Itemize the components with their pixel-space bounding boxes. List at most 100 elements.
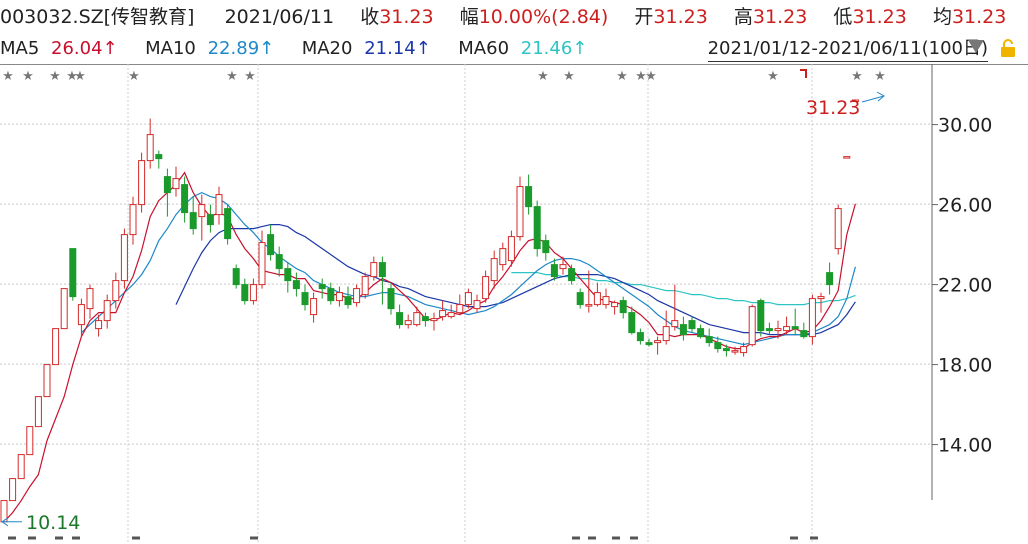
candle-up: [77, 304, 85, 326]
candle-up: [103, 300, 111, 322]
star-marker: ★: [49, 69, 61, 84]
star-marker: ★: [244, 69, 256, 84]
candle-down: [275, 254, 283, 270]
candle-down: [241, 284, 249, 302]
candle-up: [499, 248, 507, 266]
candle-up: [26, 426, 34, 456]
candle-up: [9, 478, 17, 502]
candle-up: [215, 194, 223, 216]
candle-up: [740, 346, 748, 354]
candle-up: [593, 292, 601, 306]
candle-up: [52, 328, 60, 366]
candle-up: [473, 300, 481, 310]
ma20-value: 21.14↑: [364, 38, 431, 59]
candle-down: [714, 342, 722, 350]
change-value: 10.00%(2.84): [478, 6, 609, 28]
change-label: 幅: [459, 6, 479, 28]
star-marker: ★: [2, 69, 14, 84]
candle-up: [808, 298, 816, 338]
open-label: 开: [634, 6, 654, 28]
y-tick-label: 22.00: [938, 275, 992, 297]
candle-up: [843, 156, 851, 159]
candle-up: [817, 296, 825, 300]
candle-down: [757, 300, 765, 332]
candle-up: [198, 204, 206, 218]
star-marker: ★: [851, 69, 863, 84]
candle-down: [421, 316, 429, 322]
candle-up: [447, 312, 455, 318]
candle-down: [387, 288, 395, 310]
candle-up: [34, 396, 42, 428]
ma20-label: MA20: [301, 38, 353, 59]
ma10-label: MA10: [145, 38, 196, 59]
quote-date: 2021/06/11: [224, 6, 335, 28]
candle-up: [774, 328, 782, 332]
candle-down: [232, 268, 240, 286]
ma5-label: MA5: [0, 38, 40, 59]
candle-down: [697, 328, 705, 338]
open-value: 31.23: [653, 6, 708, 28]
y-tick-label: 18.00: [938, 355, 992, 377]
candle-down: [705, 336, 713, 344]
candle-up: [310, 298, 318, 316]
candle-down: [181, 184, 189, 214]
candle-up: [662, 326, 670, 342]
candle-down: [722, 348, 730, 352]
candle-up: [731, 350, 739, 353]
close-label: 收: [360, 6, 380, 28]
candle-up: [748, 306, 756, 346]
candle-up: [361, 276, 369, 296]
avg-label: 均: [932, 6, 952, 28]
y-tick-label: 14.00: [938, 435, 992, 457]
candle-up: [585, 304, 593, 307]
star-marker: ★: [22, 69, 34, 84]
star-marker: ★: [645, 69, 657, 84]
star-marker: ★: [874, 69, 886, 84]
candle-up: [43, 364, 51, 398]
candle-up: [95, 320, 103, 330]
chart-grid: [0, 64, 1028, 544]
candle-up: [559, 264, 567, 270]
candle-up: [60, 288, 68, 330]
low-label: 低: [833, 6, 853, 28]
stock-code-name[interactable]: 003032.SZ[传智教育]: [0, 4, 194, 30]
candle-down: [301, 292, 309, 306]
candle-up: [146, 134, 154, 162]
candle-up: [249, 284, 257, 302]
candle-down: [542, 240, 550, 254]
date-range-selector[interactable]: 2021/01/12-2021/06/11(100日): [707, 37, 988, 62]
ma60-label: MA60: [458, 38, 510, 59]
high-price-label: 31.23: [806, 97, 860, 119]
candle-down: [576, 292, 584, 306]
candle-down: [550, 264, 558, 278]
candle-up: [129, 204, 137, 236]
candle-down: [318, 284, 326, 290]
candle-up: [490, 258, 498, 282]
low-price-label: 10.14: [26, 512, 80, 534]
candle-down: [344, 296, 352, 306]
triangle-down-icon[interactable]: [968, 40, 984, 53]
candle-down: [267, 234, 275, 256]
star-marker: ★: [616, 69, 628, 84]
candle-down: [224, 208, 232, 240]
candle-up: [86, 288, 94, 310]
candle-down: [206, 214, 214, 226]
candle-up: [611, 302, 619, 308]
candle-up: [783, 326, 791, 332]
star-marker: ★: [537, 69, 549, 84]
ma10-value: 22.89↑: [207, 38, 275, 59]
candle-up: [602, 296, 610, 306]
candle-up: [353, 288, 361, 304]
candle-up: [112, 280, 120, 302]
candle-up: [413, 312, 421, 326]
candle-down: [378, 262, 386, 278]
star-marker: ★: [563, 69, 575, 84]
candle-up: [456, 304, 464, 314]
candle-up: [17, 454, 25, 480]
candle-up: [430, 318, 438, 322]
lock-icon[interactable]: [998, 38, 1018, 58]
candle-down: [679, 324, 687, 336]
candle-up: [172, 178, 180, 190]
candle-up: [439, 310, 447, 318]
candle-up: [120, 234, 128, 282]
